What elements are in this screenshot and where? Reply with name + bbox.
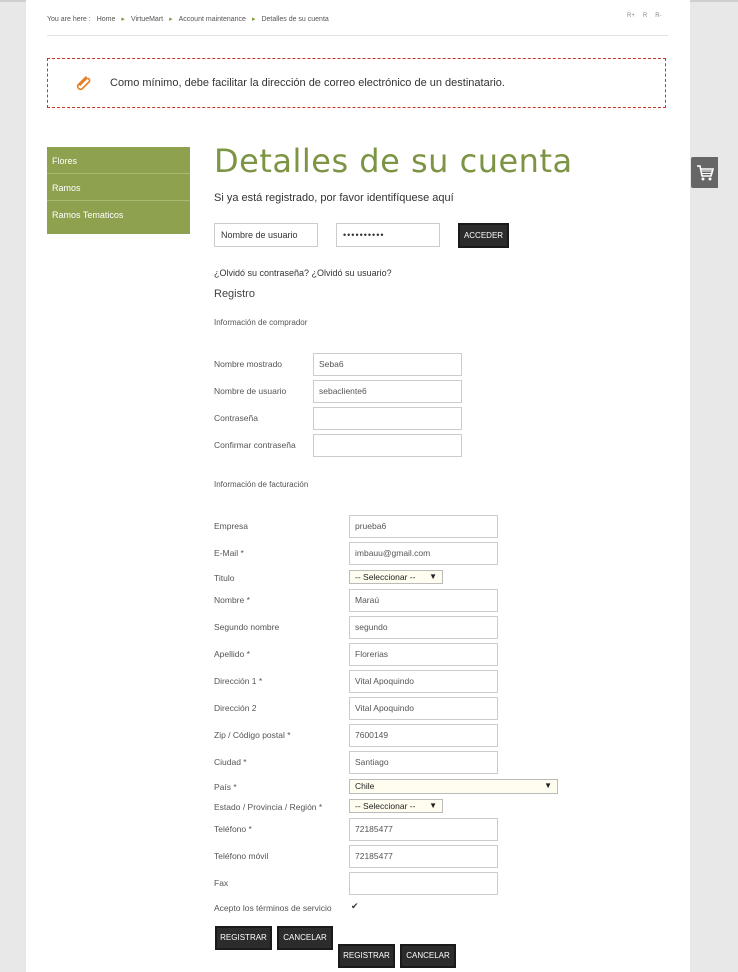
sidebar-item-flores[interactable]: Flores	[47, 147, 190, 174]
breadcrumb-link-home[interactable]: Home	[97, 16, 116, 23]
middle-name-input[interactable]: segundo	[349, 616, 498, 639]
register-button-secondary[interactable]: REGISTRAR	[338, 944, 395, 968]
forgot-links[interactable]: ¿Olvidó su contraseña? ¿Olvidó su usuari…	[214, 268, 392, 278]
confirm-password-input[interactable]	[313, 434, 462, 457]
login-password-input[interactable]: ••••••••••	[336, 223, 440, 247]
login-button[interactable]: ACCEDER	[458, 223, 509, 248]
cancel-button-secondary[interactable]: CANCELAR	[400, 944, 456, 968]
notice-box: Como mínimo, debe facilitar la dirección…	[47, 58, 666, 108]
address2-input[interactable]: Vital Apoquindo	[349, 697, 498, 720]
zip-input[interactable]: 7600149	[349, 724, 498, 747]
last-name-label: Apellido *	[214, 649, 250, 659]
fax-label: Fax	[214, 878, 229, 888]
paperclip-icon	[76, 76, 91, 91]
breadcrumb-divider	[47, 35, 668, 36]
notice-message: Como mínimo, debe facilitar la dirección…	[110, 77, 505, 89]
display-name-input[interactable]: Seba6	[313, 353, 462, 376]
sidebar-item-ramos[interactable]: Ramos	[47, 174, 190, 201]
font-reset-button[interactable]: R	[643, 13, 647, 19]
breadcrumb-lead: You are here :	[47, 15, 91, 23]
city-input[interactable]: Santiago	[349, 751, 498, 774]
title-select-value: -- Seleccionar --	[355, 572, 416, 582]
company-label: Empresa	[214, 521, 249, 531]
cart-icon	[697, 165, 715, 181]
terms-label: Acepto los términos de servicio	[214, 903, 332, 913]
username-input[interactable]: sebacliente6	[313, 380, 462, 403]
breadcrumb-separator: ▸	[251, 16, 256, 23]
buyer-section-heading: Información de comprador	[214, 318, 308, 327]
address1-label: Dirección 1 *	[214, 676, 263, 686]
registro-heading: Registro	[214, 288, 255, 300]
page-title: Detalles de su cuenta	[214, 142, 573, 180]
address2-label: Dirección 2	[214, 703, 257, 713]
display-name-label: Nombre mostrado	[214, 359, 283, 369]
phone-label: Teléfono *	[214, 824, 252, 834]
font-increase-button[interactable]: R+	[627, 13, 635, 19]
terms-checkbox[interactable]: ✔	[351, 902, 360, 911]
cart-button[interactable]	[691, 157, 718, 188]
zip-label: Zip / Código postal *	[214, 730, 291, 740]
title-select[interactable]: -- Seleccionar -- ▼	[349, 570, 443, 584]
last-name-input[interactable]: Florerias	[349, 643, 498, 666]
login-username-input[interactable]: Nombre de usuario	[214, 223, 318, 247]
password-input[interactable]	[313, 407, 462, 430]
cancel-button[interactable]: CANCELAR	[277, 926, 333, 950]
mobile-input[interactable]: 72185477	[349, 845, 498, 868]
breadcrumb-link-virtuemart[interactable]: VirtueMart	[131, 16, 163, 23]
sidebar-menu: Flores Ramos Ramos Tematicos	[47, 147, 190, 234]
breadcrumb-link-account[interactable]: Account maintenance	[179, 16, 246, 23]
city-label: Ciudad *	[214, 757, 247, 767]
email-label: E-Mail *	[214, 548, 244, 558]
first-name-input[interactable]: Maraú	[349, 589, 498, 612]
breadcrumb-separator: ▸	[169, 16, 173, 23]
mobile-label: Teléfono móvil	[214, 851, 269, 861]
first-name-label: Nombre *	[214, 595, 250, 605]
password-label: Contraseña	[214, 413, 258, 423]
dropdown-arrow-icon: ▼	[429, 801, 437, 810]
register-button[interactable]: REGISTRAR	[215, 926, 272, 950]
dropdown-arrow-icon: ▼	[429, 572, 437, 581]
middle-name-label: Segundo nombre	[214, 622, 280, 632]
dropdown-arrow-icon: ▼	[544, 781, 552, 790]
email-input[interactable]: imbauu@gmail.com	[349, 542, 498, 565]
login-prompt: Si ya está registrado, por favor identif…	[214, 192, 454, 204]
billing-section-heading: Información de facturación	[214, 480, 309, 489]
country-select[interactable]: Chile ▼	[349, 779, 558, 794]
font-size-controls: R+ R R-	[627, 13, 662, 19]
breadcrumb-separator: ▸	[121, 16, 125, 23]
company-input[interactable]: prueba6	[349, 515, 498, 538]
state-select[interactable]: -- Seleccionar -- ▼	[349, 799, 443, 813]
breadcrumb-current: Detalles de su cuenta	[261, 15, 329, 23]
breadcrumb: You are here : Home ▸ VirtueMart ▸ Accou…	[47, 15, 329, 24]
phone-input[interactable]: 72185477	[349, 818, 498, 841]
font-decrease-button[interactable]: R-	[655, 13, 661, 19]
username-label: Nombre de usuario	[214, 386, 287, 396]
country-label: País *	[214, 782, 237, 792]
state-label: Estado / Provincia / Región *	[214, 802, 323, 812]
title-label: Titulo	[214, 573, 235, 583]
fax-input[interactable]	[349, 872, 498, 895]
country-select-value: Chile	[355, 781, 375, 791]
sidebar-item-ramos-tematicos[interactable]: Ramos Tematicos	[47, 201, 190, 228]
confirm-password-label: Confirmar contraseña	[214, 440, 296, 450]
page-content: You are here : Home ▸ VirtueMart ▸ Accou…	[26, 0, 690, 972]
address1-input[interactable]: Vital Apoquindo	[349, 670, 498, 693]
state-select-value: -- Seleccionar --	[355, 801, 416, 811]
